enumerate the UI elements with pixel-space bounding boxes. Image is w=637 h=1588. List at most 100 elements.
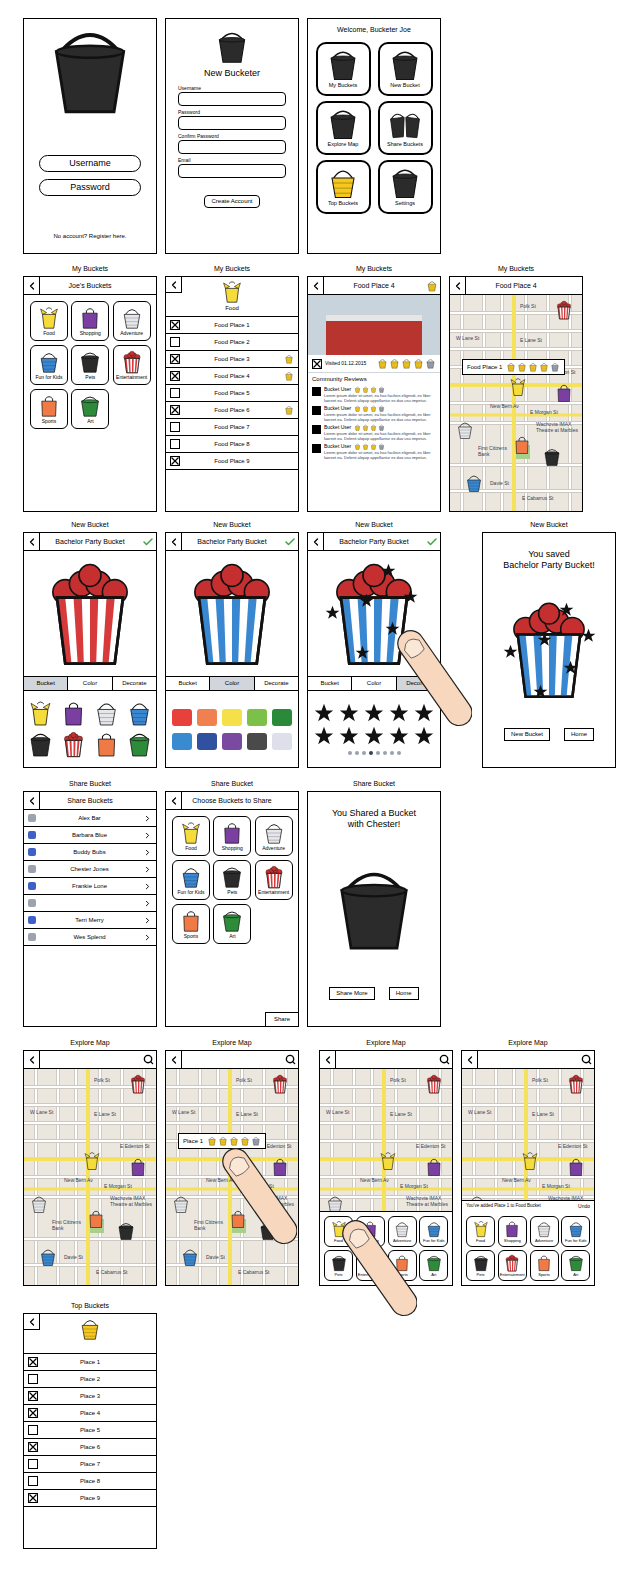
bucket-tile[interactable]: Adventure xyxy=(113,301,151,341)
list-row[interactable]: Food Place 2 xyxy=(166,334,298,351)
back-button[interactable] xyxy=(450,277,466,294)
map-pin[interactable] xyxy=(424,1157,444,1177)
list-row[interactable]: Place 6 xyxy=(24,1439,156,1456)
sticker-option[interactable] xyxy=(314,726,334,746)
checkbox[interactable] xyxy=(28,1408,38,1418)
checkbox[interactable] xyxy=(170,354,180,364)
bucket-tile[interactable]: Food xyxy=(172,816,210,856)
sticker-option[interactable] xyxy=(339,703,359,723)
bucket-tile[interactable]: Entertainment xyxy=(113,345,151,385)
map-pin[interactable] xyxy=(542,447,562,467)
designer-tab[interactable]: Color xyxy=(67,677,111,690)
map-pin[interactable] xyxy=(512,435,532,455)
back-button[interactable] xyxy=(462,1051,478,1068)
list-row[interactable]: Food Place 4 xyxy=(166,368,298,385)
map-pin[interactable] xyxy=(82,1151,102,1171)
designer-tab[interactable]: Bucket xyxy=(166,677,209,690)
contact-row[interactable]: Chester Jones xyxy=(24,861,156,878)
color-swatch[interactable] xyxy=(222,709,242,726)
text-field[interactable] xyxy=(178,164,286,178)
checkbox[interactable] xyxy=(170,388,180,398)
color-swatch[interactable] xyxy=(172,709,192,726)
bucket-tile[interactable]: Shopping xyxy=(356,1216,385,1247)
contact-row[interactable]: Barbara Blue xyxy=(24,827,156,844)
search-icon[interactable] xyxy=(581,1054,592,1065)
map-pin[interactable] xyxy=(116,1221,136,1241)
page-dot[interactable] xyxy=(362,751,366,755)
back-button[interactable] xyxy=(308,277,324,294)
checkbox[interactable] xyxy=(170,405,180,415)
bucket-tile[interactable]: Pets xyxy=(213,860,251,900)
sticker-option[interactable] xyxy=(389,726,409,746)
bucket-tile[interactable]: Shopping xyxy=(213,816,251,856)
bucket-tile[interactable]: Pets xyxy=(71,345,109,385)
checkbox[interactable] xyxy=(170,439,180,449)
bucket-option[interactable] xyxy=(27,731,54,758)
home-tile[interactable]: Explore Map xyxy=(316,101,371,155)
bucket-option[interactable] xyxy=(27,700,54,727)
bucket-option[interactable] xyxy=(93,700,120,727)
list-row[interactable]: Place 7 xyxy=(24,1456,156,1473)
bucket-tile[interactable]: Entertainment xyxy=(255,860,293,900)
list-row[interactable]: Food Place 6 xyxy=(166,402,298,419)
undo-button[interactable]: Undo xyxy=(578,1203,590,1211)
map[interactable]: Polk StW Lane StE Lane StE Edenton StNew… xyxy=(462,1069,594,1285)
list-row[interactable]: Place 9 xyxy=(24,1490,156,1507)
map-pin[interactable] xyxy=(424,1074,444,1094)
back-button[interactable] xyxy=(166,533,182,550)
bucket-tile[interactable]: Fun for Kids xyxy=(419,1216,448,1247)
page-dot[interactable] xyxy=(369,751,373,755)
save-check-icon[interactable] xyxy=(142,536,154,548)
home-tile[interactable]: My Buckets xyxy=(316,42,371,96)
back-button[interactable] xyxy=(24,533,40,550)
sticker-option[interactable] xyxy=(364,726,384,746)
home-tile[interactable]: New Bucket xyxy=(378,42,433,96)
bucket-tile[interactable]: Shopping xyxy=(71,301,109,341)
bucket-tile[interactable]: Art xyxy=(213,904,251,944)
map-pin[interactable] xyxy=(464,473,484,493)
search-icon[interactable] xyxy=(439,1054,450,1065)
contact-row[interactable]: Terri Merry xyxy=(24,912,156,929)
bucket-tile[interactable]: Adventure xyxy=(388,1216,417,1247)
place-popup[interactable]: Food Place 1 xyxy=(462,359,565,375)
bucket-tile[interactable]: Sports xyxy=(388,1250,417,1281)
bucket-tile[interactable]: Sports xyxy=(530,1250,559,1281)
back-button[interactable] xyxy=(308,533,324,550)
list-row[interactable]: Place 4 xyxy=(24,1405,156,1422)
checkbox[interactable] xyxy=(28,1425,38,1435)
bucket-tile[interactable]: Art xyxy=(419,1250,448,1281)
map-pin[interactable] xyxy=(128,1157,148,1177)
bucket-tile[interactable]: Entertainment xyxy=(498,1250,527,1281)
checkbox[interactable] xyxy=(170,371,180,381)
designer-tab[interactable]: Bucket xyxy=(308,677,351,690)
map[interactable]: Polk StW Lane StE Lane StE Edenton StNew… xyxy=(24,1069,156,1285)
color-swatch[interactable] xyxy=(272,709,292,726)
list-row[interactable]: Food Place 3 xyxy=(166,351,298,368)
bucket-tile[interactable]: Art xyxy=(71,389,109,429)
page-dot[interactable] xyxy=(383,751,387,755)
list-row[interactable]: Place 2 xyxy=(24,1371,156,1388)
map-pin[interactable] xyxy=(171,1194,191,1214)
register-link[interactable]: No account? Register here. xyxy=(53,232,126,241)
checkbox[interactable] xyxy=(28,1357,38,1367)
contact-row[interactable]: Alex Bar xyxy=(24,810,156,827)
home-tile[interactable]: Share Buckets xyxy=(378,101,433,155)
checkbox[interactable] xyxy=(312,359,322,369)
message-button[interactable]: New Bucket xyxy=(504,728,550,741)
designer-tab[interactable]: Decorate xyxy=(396,677,440,690)
map[interactable]: Polk StW Lane StE Lane StE Edenton StNew… xyxy=(166,1069,298,1285)
color-swatch[interactable] xyxy=(172,733,192,750)
designer-tab[interactable]: Decorate xyxy=(112,677,156,690)
home-tile[interactable]: Top Buckets xyxy=(316,160,371,214)
list-row[interactable]: Food Place 9 xyxy=(166,453,298,470)
bucket-tile[interactable]: Fun for Kids xyxy=(561,1216,590,1247)
back-button[interactable] xyxy=(166,1051,182,1068)
map[interactable]: Polk StW Lane StE Lane StE Edenton StNew… xyxy=(450,295,582,511)
map-pin[interactable] xyxy=(29,1194,49,1214)
bucket-tile[interactable]: Fun for Kids xyxy=(172,860,210,900)
sticker-option[interactable] xyxy=(414,703,434,723)
list-row[interactable]: Food Place 7 xyxy=(166,419,298,436)
list-row[interactable]: Place 3 xyxy=(24,1388,156,1405)
sticker-option[interactable] xyxy=(364,703,384,723)
bucket-tile[interactable]: Adventure xyxy=(530,1216,559,1247)
